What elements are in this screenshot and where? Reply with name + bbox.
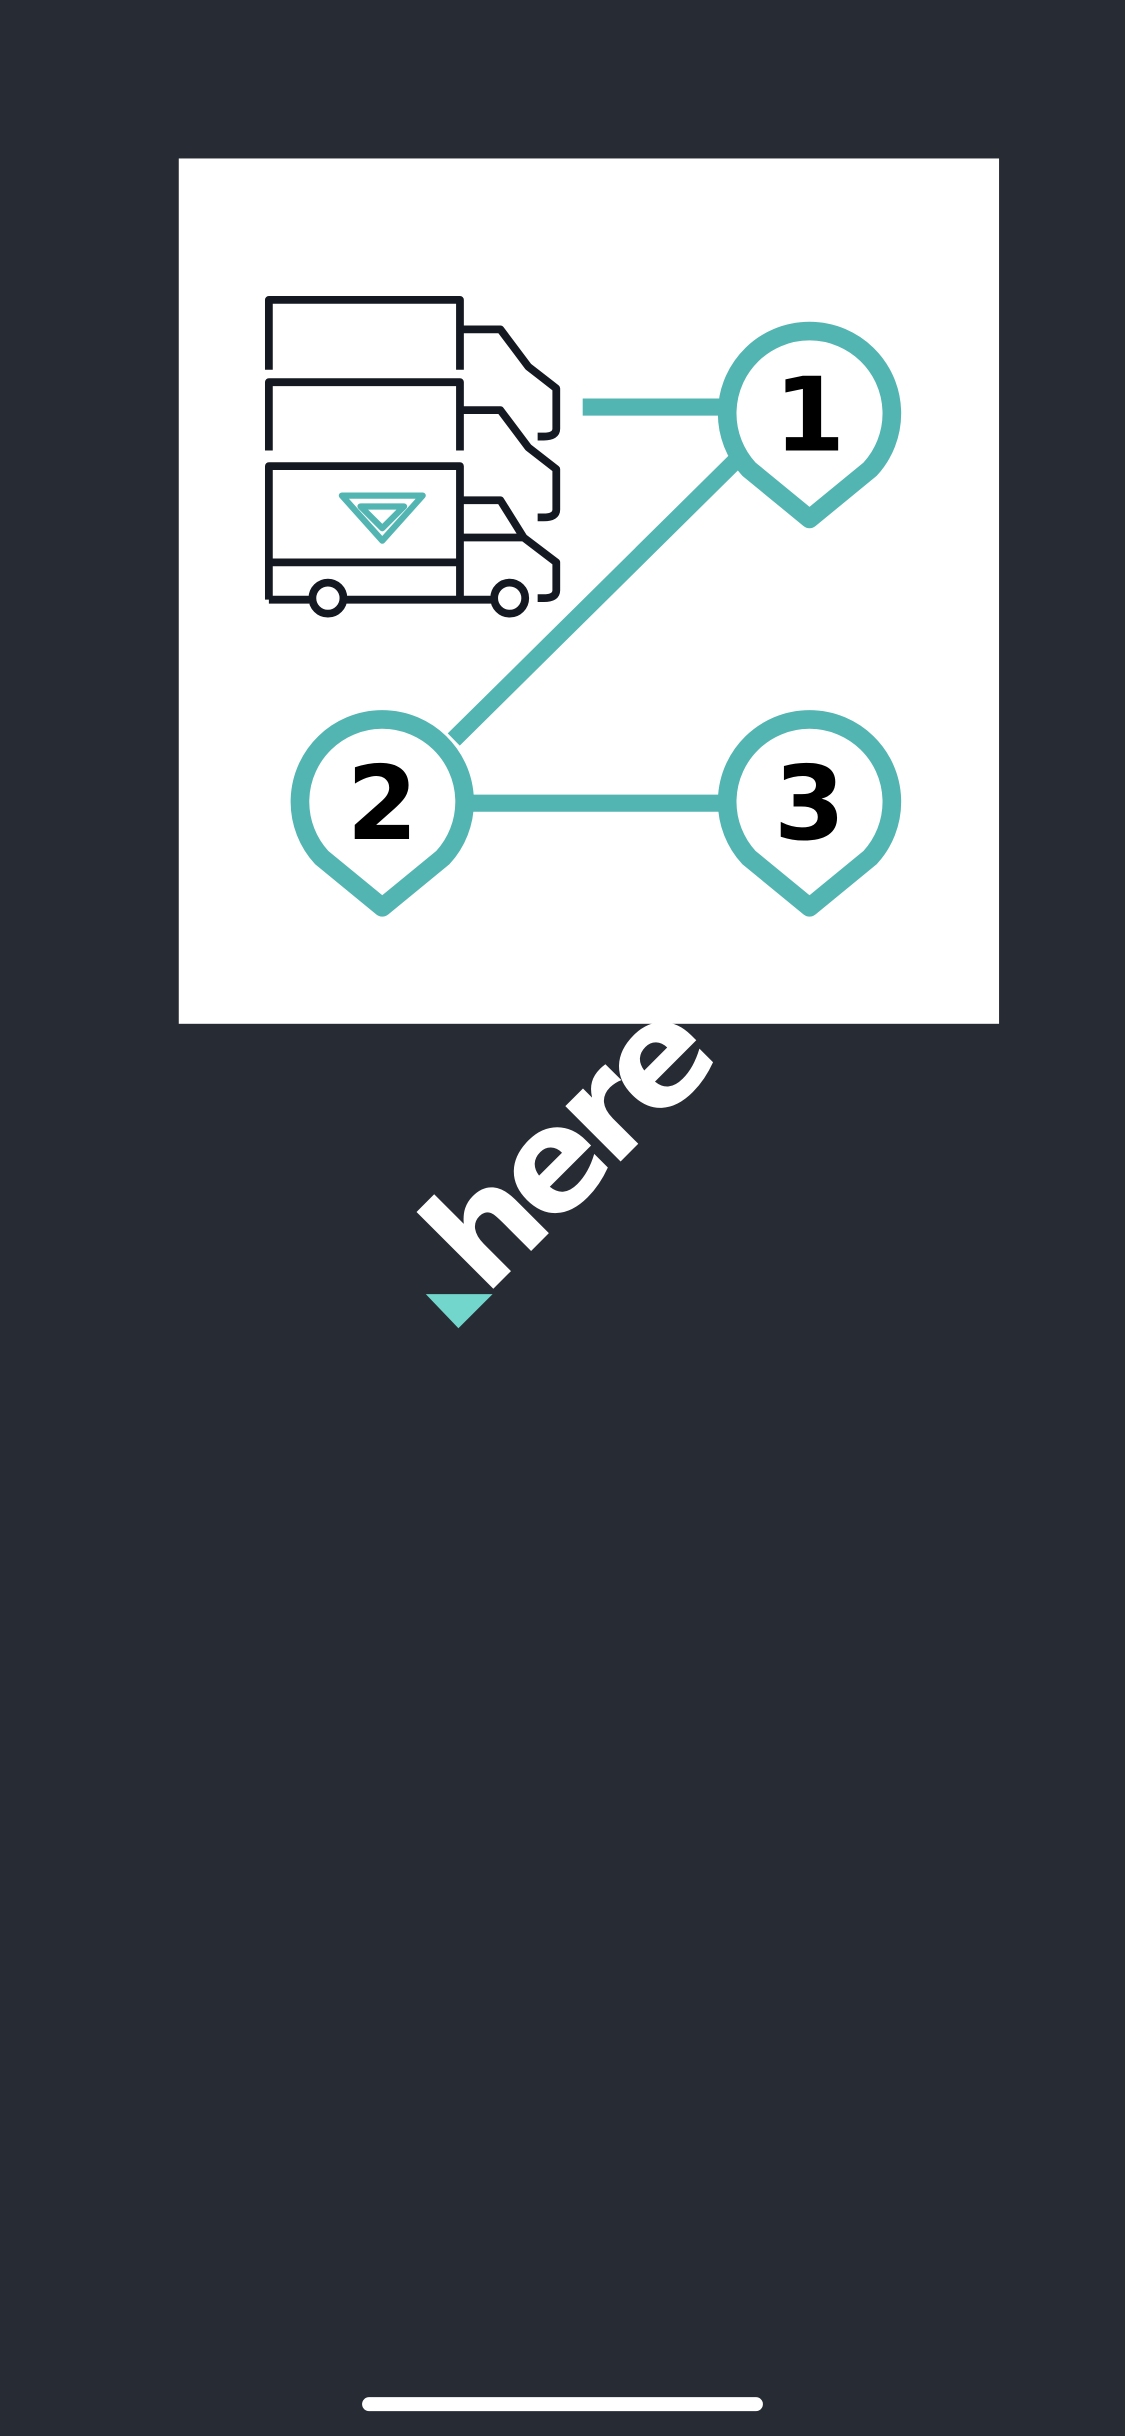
stop-label: 1	[774, 357, 845, 476]
splash-screen: 1 2 3 here	[178, 158, 1000, 2412]
illustration-card	[178, 158, 1000, 1024]
home-indicator[interactable]	[362, 2397, 763, 2412]
logo-triangle	[425, 1294, 493, 1329]
stop-label: 3	[774, 745, 845, 864]
stop-label: 2	[347, 745, 418, 864]
